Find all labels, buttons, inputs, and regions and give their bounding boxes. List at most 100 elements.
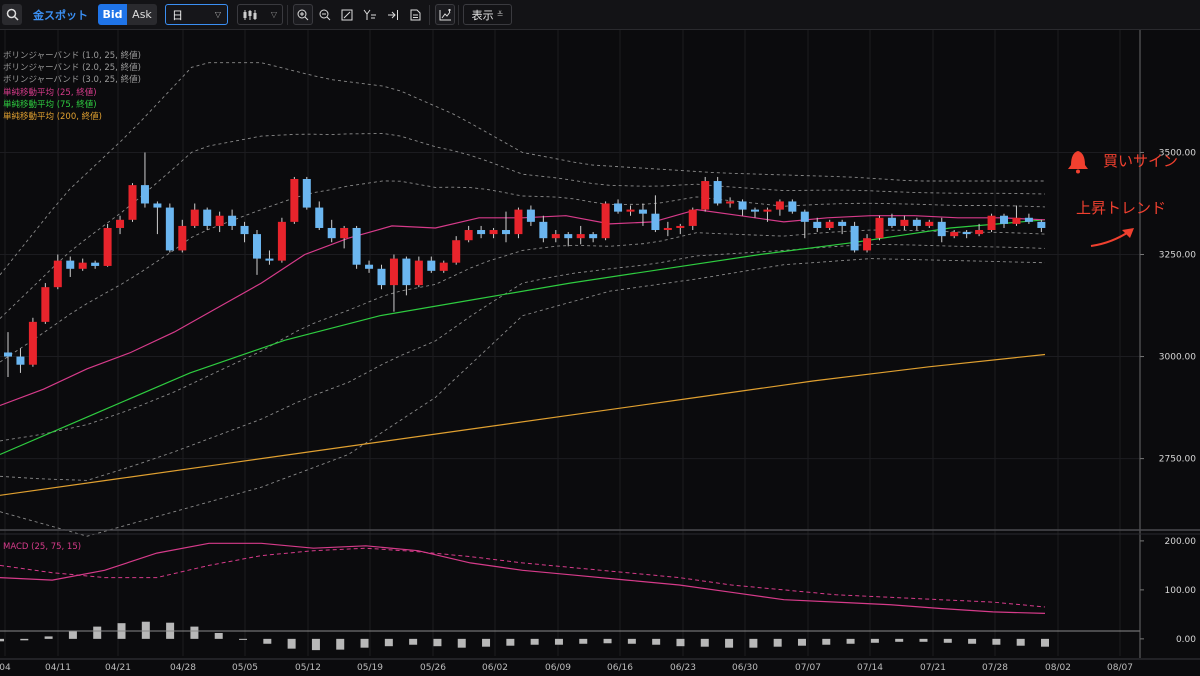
legend-item: ボリンジャーバンド (1.0, 25, 終値)	[3, 51, 141, 61]
macd-label: MACD (25, 75, 15)	[3, 542, 82, 552]
legend-item: ボリンジャーバンド (2.0, 25, 終値)	[3, 63, 141, 73]
histogram-bar	[20, 638, 29, 641]
toolbar-divider	[287, 5, 288, 25]
candle-body	[315, 207, 324, 228]
histogram-bar	[627, 638, 636, 644]
histogram-bar	[506, 638, 515, 646]
candle-body	[53, 260, 62, 288]
y-axis-scale-icon[interactable]	[361, 4, 379, 25]
candle-body	[452, 240, 461, 263]
candle-body	[352, 227, 361, 265]
histogram-bar	[895, 638, 904, 642]
add-indicator-icon[interactable]	[435, 4, 455, 25]
candle-body	[78, 262, 87, 269]
histogram-bar	[239, 638, 248, 640]
candle-body	[614, 203, 623, 212]
x-tick-label: 07/28	[982, 663, 1008, 673]
period-value: 日	[172, 8, 183, 22]
candle-body	[925, 221, 934, 226]
fit-screen-icon[interactable]	[338, 4, 356, 25]
histogram-bar	[579, 638, 588, 644]
x-tick-label: 04/28	[170, 663, 196, 673]
candle-body	[912, 219, 921, 226]
search-icon[interactable]	[2, 4, 22, 25]
histogram-bar	[652, 638, 661, 645]
price-chart[interactable]: 04 04/11 04/21 04/28 05/05 05/12 05/19 05/26 06/…	[0, 30, 1200, 676]
period-select[interactable]: 日 ▽	[165, 4, 228, 25]
candle-body	[240, 225, 249, 235]
zoom-in-icon[interactable]	[293, 4, 313, 25]
candle-body	[215, 215, 224, 226]
histogram-bar	[263, 638, 272, 644]
legend-item: ボリンジャーバンド (3.0, 25, 終値)	[3, 75, 141, 85]
candle-body	[887, 217, 896, 226]
candle-body	[265, 258, 274, 261]
candle-body	[253, 234, 261, 259]
histogram-bar	[336, 638, 345, 650]
candle-body	[140, 185, 149, 204]
chevron-down-icon: ▽	[270, 10, 277, 19]
candle-body	[1000, 215, 1008, 224]
symbol-name[interactable]: 金スポット	[33, 4, 88, 25]
histogram-bar	[482, 638, 491, 647]
candle-body	[4, 352, 12, 357]
candle-body	[41, 287, 50, 322]
histogram-bar	[870, 638, 879, 643]
histogram-bar	[992, 638, 1001, 645]
candle-body	[66, 260, 75, 269]
candle-body	[414, 260, 423, 286]
histogram-bar	[190, 626, 199, 639]
chart-type-select[interactable]: ▽	[237, 4, 283, 25]
histogram-bar	[943, 638, 952, 643]
histogram-bar	[360, 638, 369, 648]
histogram-bar	[822, 638, 831, 645]
candle-body	[402, 258, 411, 286]
candle-body	[763, 209, 772, 212]
candle-body	[638, 209, 647, 214]
candle-body	[800, 211, 809, 222]
candle-body	[277, 221, 286, 261]
candle-body	[589, 234, 598, 239]
x-tick-label: 06/30	[732, 663, 758, 673]
candle-body	[203, 209, 212, 226]
candle-body	[302, 178, 311, 208]
histogram-bar	[68, 631, 77, 639]
candle-body	[962, 232, 971, 235]
display-menu-button[interactable]: 表示 ≚	[463, 4, 512, 25]
document-icon[interactable]	[406, 4, 424, 25]
candle-body	[576, 234, 585, 239]
x-tick-label: 04	[0, 663, 11, 673]
candle-body	[813, 221, 822, 228]
y-tick-label: 3250.00	[1159, 251, 1196, 261]
histogram-bar	[214, 632, 223, 639]
candle-body	[116, 219, 125, 228]
bid-button[interactable]: Bid	[98, 4, 127, 25]
candle-body	[128, 185, 137, 220]
histogram-bar	[1041, 638, 1049, 647]
candle-body	[601, 203, 610, 239]
y-tick-label: 3000.00	[1159, 353, 1196, 363]
histogram-bar	[384, 638, 393, 647]
zoom-out-icon[interactable]	[316, 4, 334, 25]
candle-body	[713, 181, 722, 204]
candle-body	[1024, 217, 1033, 222]
ask-button[interactable]: Ask	[127, 4, 157, 25]
jump-to-latest-icon[interactable]	[384, 4, 402, 25]
y-tick-label: 2750.00	[1159, 455, 1196, 465]
x-tick-label: 06/23	[670, 663, 696, 673]
chevron-down-icon: ▽	[214, 10, 221, 19]
candle-body	[502, 230, 510, 235]
candle-body	[477, 230, 486, 235]
legend-item: 単純移動平均 (75, 終値)	[3, 100, 97, 110]
bell-icon	[1076, 169, 1080, 174]
x-tick-label: 05/19	[357, 663, 383, 673]
candle-body	[701, 181, 710, 210]
x-tick-label: 07/07	[795, 663, 821, 673]
buy-sign-annotation: 買いサイン	[1103, 152, 1179, 170]
histogram-bar	[676, 638, 685, 647]
histogram-bar	[749, 638, 758, 648]
display-label: 表示	[471, 8, 494, 22]
candle-body	[165, 207, 174, 251]
candle-body	[190, 209, 199, 226]
candle-body	[439, 262, 448, 271]
